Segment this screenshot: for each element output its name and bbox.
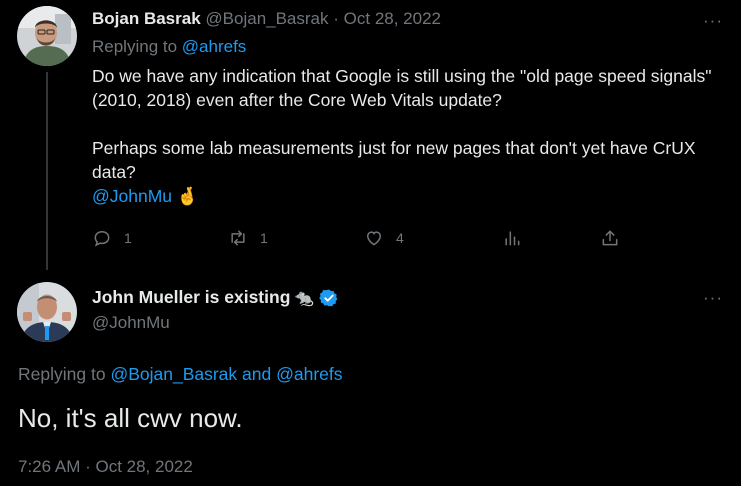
replying-to-label: Replying to xyxy=(18,364,106,384)
tweet2-more-icon[interactable]: ··· xyxy=(703,289,723,306)
thread-connector-line xyxy=(46,72,48,270)
avatar-john-mueller[interactable] xyxy=(17,282,77,342)
mention-johnmu[interactable]: @JohnMu xyxy=(92,186,172,206)
tweet1-author-handle[interactable]: @Bojan_Basrak xyxy=(205,9,328,28)
crossed-fingers-emoji: 🤞 xyxy=(176,186,199,206)
tweet2-text: No, it's all cwv now. xyxy=(18,403,243,433)
tweet2-author-name: John Mueller is existing xyxy=(92,287,291,307)
tweet1-separator: · xyxy=(333,9,339,28)
tweet1-paragraph-1: Do we have any indication that Google is… xyxy=(92,66,712,110)
tweet1-replying-to: Replying to @ahrefs xyxy=(92,37,246,57)
tweet1-date[interactable]: Oct 28, 2022 xyxy=(344,9,441,28)
tweet1-action-bar: 1 1 4 xyxy=(92,228,632,252)
share-button[interactable] xyxy=(600,228,620,248)
analytics-icon xyxy=(505,231,520,246)
tweet1-more-icon[interactable]: ··· xyxy=(703,12,723,29)
like-button[interactable]: 4 xyxy=(364,228,404,248)
tweet2-author[interactable]: John Mueller is existing 🐀 xyxy=(92,287,339,308)
tweet1-header: Bojan Basrak @Bojan_Basrak · Oct 28, 202… xyxy=(92,9,441,29)
avatar-bojan-basrak[interactable] xyxy=(17,6,77,66)
tweet2-author-handle[interactable]: @JohnMu xyxy=(92,313,170,333)
mention-bojan-basrak[interactable]: @Bojan_Basrak xyxy=(110,364,237,384)
tweet2-timestamp[interactable]: 7:26 AM · Oct 28, 2022 xyxy=(18,457,193,477)
verified-badge-icon xyxy=(319,289,338,306)
reply-button[interactable]: 1 xyxy=(92,228,132,248)
like-count: 4 xyxy=(396,230,404,246)
retweet-icon xyxy=(231,230,245,246)
reply-count: 1 xyxy=(124,230,132,246)
reply-icon xyxy=(94,230,110,247)
tweet2-replying-to: Replying to @Bojan_Basrak and @ahrefs xyxy=(18,364,343,385)
retweet-count: 1 xyxy=(260,230,268,246)
mention-ahrefs[interactable]: @ahrefs xyxy=(276,364,342,384)
heart-icon xyxy=(366,231,382,246)
replying-to-label: Replying to xyxy=(92,37,178,56)
rat-emoji: 🐀 xyxy=(294,289,315,307)
replying-to-and[interactable]: and xyxy=(242,364,271,384)
mention-ahrefs[interactable]: @ahrefs xyxy=(182,37,247,56)
views-button[interactable] xyxy=(502,228,522,248)
retweet-button[interactable]: 1 xyxy=(228,228,268,248)
share-icon xyxy=(602,230,618,246)
tweet1-paragraph-2: Perhaps some lab measurements just for n… xyxy=(92,136,732,208)
tweet1-author-name[interactable]: Bojan Basrak xyxy=(92,9,201,28)
tweet1-paragraph-2-text: Perhaps some lab measurements just for n… xyxy=(92,138,696,182)
tweet1-text: Do we have any indication that Google is… xyxy=(92,64,732,208)
